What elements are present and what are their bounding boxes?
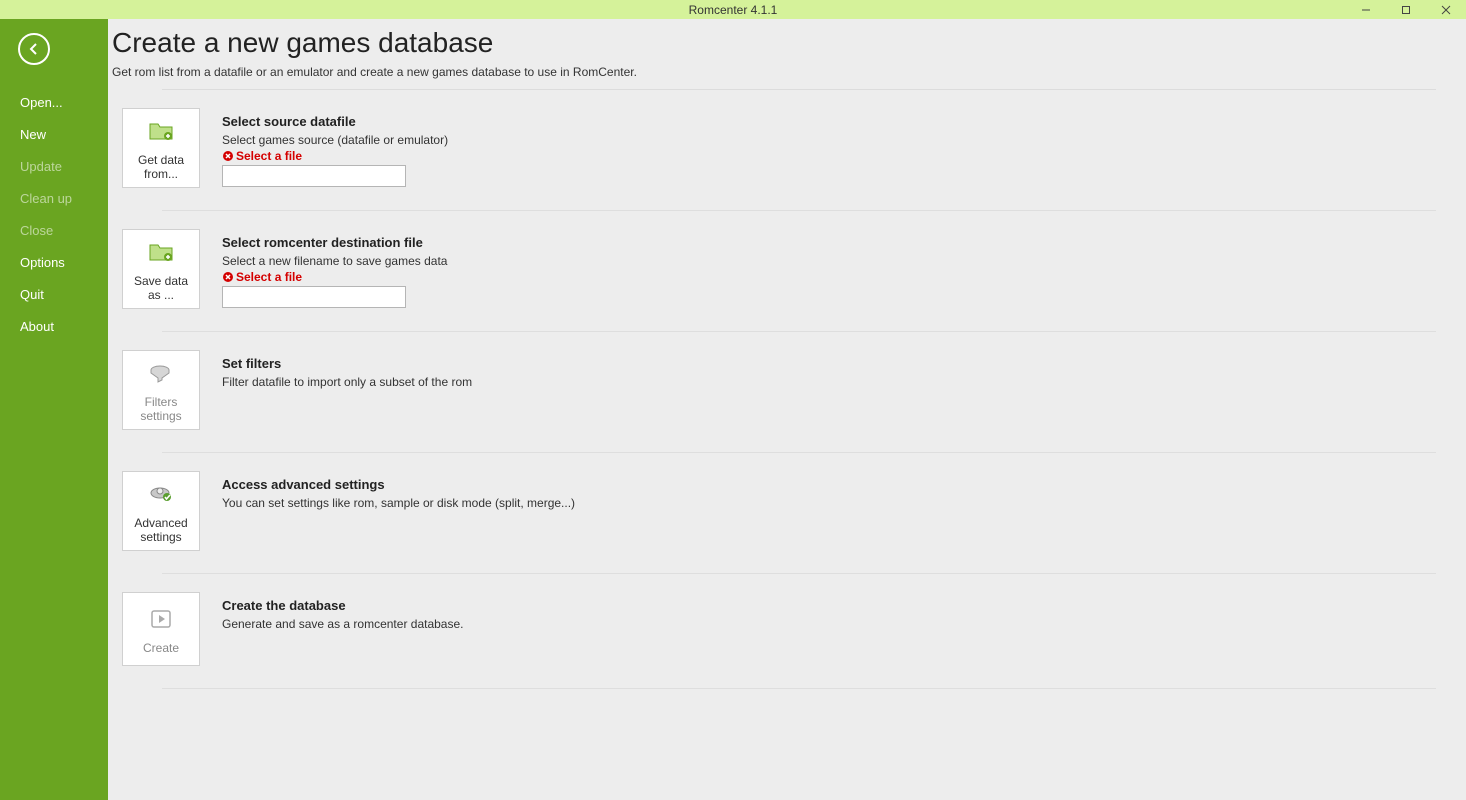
save-data-button[interactable]: Save data as ...	[122, 229, 200, 309]
step-desc: You can set settings like rom, sample or…	[222, 496, 575, 510]
step-title: Create the database	[222, 598, 463, 613]
step-filters: Filters settings Set filters Filter data…	[112, 332, 1466, 430]
folder-add-icon	[148, 238, 174, 266]
back-button[interactable]	[18, 33, 50, 65]
divider	[162, 688, 1436, 689]
sidebar-item-label: Quit	[20, 287, 44, 302]
step-title: Set filters	[222, 356, 472, 371]
sidebar-item-open[interactable]: Open...	[0, 87, 108, 119]
step-title: Access advanced settings	[222, 477, 575, 492]
page-title: Create a new games database	[112, 27, 1466, 59]
get-data-button[interactable]: Get data from...	[122, 108, 200, 188]
close-button[interactable]	[1426, 0, 1466, 19]
sidebar-item-label: Open...	[20, 95, 63, 110]
sidebar-item-label: Clean up	[20, 191, 72, 206]
maximize-icon	[1401, 5, 1411, 15]
sidebar-item-label: Options	[20, 255, 65, 270]
step-create: Create Create the database Generate and …	[112, 574, 1466, 666]
page-subtitle: Get rom list from a datafile or an emula…	[112, 65, 1466, 79]
error-icon	[222, 150, 234, 162]
step-desc: Select a new filename to save games data	[222, 254, 447, 268]
minimize-icon	[1361, 5, 1371, 15]
arrow-left-icon	[27, 42, 41, 56]
maximize-button[interactable]	[1386, 0, 1426, 19]
step-desc: Select games source (datafile or emulato…	[222, 133, 448, 147]
error-message: Select a file	[222, 270, 447, 284]
step-title: Select romcenter destination file	[222, 235, 447, 250]
sidebar-item-quit[interactable]: Quit	[0, 279, 108, 311]
error-icon	[222, 271, 234, 283]
minimize-button[interactable]	[1346, 0, 1386, 19]
titlebar: Romcenter 4.1.1	[0, 0, 1466, 19]
sidebar-item-label: Close	[20, 223, 53, 238]
window-controls	[1346, 0, 1466, 19]
sidebar-item-label: About	[20, 319, 54, 334]
card-label: Create	[143, 641, 179, 655]
step-title: Select source datafile	[222, 114, 448, 129]
play-icon	[150, 605, 172, 633]
source-file-input[interactable]	[222, 165, 406, 187]
card-label: Advanced settings	[127, 516, 195, 544]
main-content: Create a new games database Get rom list…	[108, 19, 1466, 800]
advanced-settings-button[interactable]: Advanced settings	[122, 471, 200, 551]
sidebar-item-update: Update	[0, 151, 108, 183]
create-button[interactable]: Create	[122, 592, 200, 666]
sidebar-item-about[interactable]: About	[0, 311, 108, 343]
sidebar-item-label: Update	[20, 159, 62, 174]
step-destination: Save data as ... Select romcenter destin…	[112, 211, 1466, 309]
sidebar-item-label: New	[20, 127, 46, 142]
sidebar: Open... New Update Clean up Close Option…	[0, 19, 108, 800]
filters-settings-button[interactable]: Filters settings	[122, 350, 200, 430]
sidebar-item-close: Close	[0, 215, 108, 247]
step-desc: Filter datafile to import only a subset …	[222, 375, 472, 389]
sidebar-item-new[interactable]: New	[0, 119, 108, 151]
step-desc: Generate and save as a romcenter databas…	[222, 617, 463, 631]
sidebar-item-options[interactable]: Options	[0, 247, 108, 279]
close-icon	[1441, 5, 1451, 15]
filter-icon	[148, 359, 174, 387]
folder-add-icon	[148, 117, 174, 145]
sidebar-item-cleanup: Clean up	[0, 183, 108, 215]
window-title: Romcenter 4.1.1	[689, 3, 778, 17]
card-label: Get data from...	[127, 153, 195, 181]
step-advanced: Advanced settings Access advanced settin…	[112, 453, 1466, 551]
step-source: Get data from... Select source datafile …	[112, 90, 1466, 188]
card-label: Filters settings	[127, 395, 195, 423]
error-message: Select a file	[222, 149, 448, 163]
destination-file-input[interactable]	[222, 286, 406, 308]
card-label: Save data as ...	[127, 274, 195, 302]
gear-icon	[148, 480, 174, 508]
